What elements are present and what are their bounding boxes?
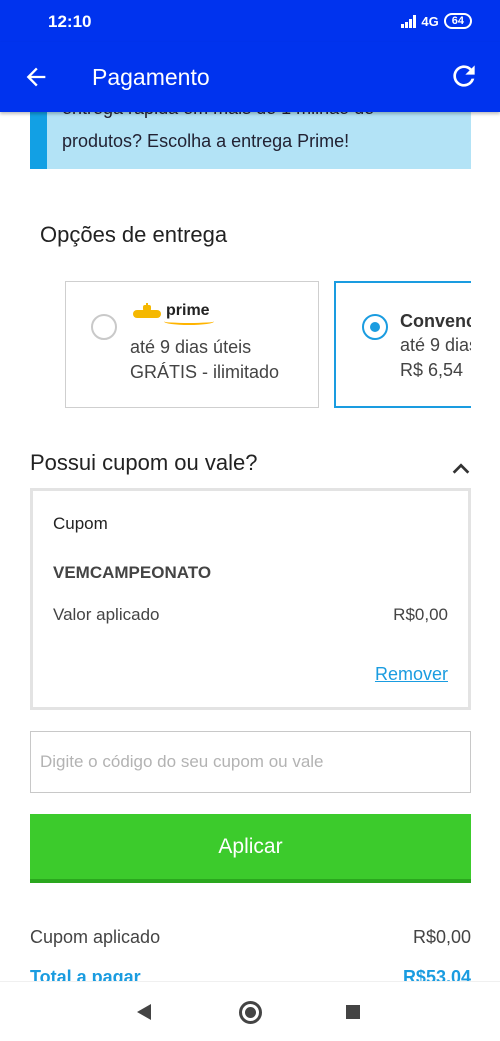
prime-submarine-icon [133, 303, 161, 318]
back-button[interactable] [22, 63, 50, 91]
convencional-delivery-time: até 9 dias úteis [400, 335, 471, 355]
remove-coupon-link[interactable]: Remover [375, 664, 448, 685]
applied-coupon-card: Cupom VEMCAMPEONATO Valor aplicado R$0,0… [30, 488, 471, 710]
prime-price: GRÁTIS - ilimitado [130, 362, 280, 382]
arrow-back-icon [26, 67, 46, 87]
system-nav-bar [0, 981, 500, 1041]
page-title: Pagamento [92, 64, 210, 90]
delivery-options-title: Opções de entrega [40, 222, 228, 247]
prime-logo: prime [132, 302, 214, 325]
convencional-price: R$ 6,54 [400, 360, 464, 380]
chevron-up-icon [452, 463, 470, 474]
coupon-code-input[interactable] [30, 731, 471, 793]
radio-prime[interactable] [91, 314, 117, 340]
applied-value-label: Valor aplicado [53, 605, 160, 624]
nav-back-icon[interactable] [137, 1004, 151, 1020]
convencional-title: Convencional [400, 311, 471, 331]
refresh-button[interactable] [448, 60, 480, 92]
nav-home-icon[interactable] [239, 1001, 262, 1024]
summary-coupon-value: R$0,00 [412, 927, 471, 947]
status-indicators: 4G 64 [401, 13, 472, 29]
network-type: 4G [421, 13, 439, 29]
status-bar: 12:10 4G 64 [0, 0, 500, 42]
apply-coupon-button[interactable]: Aplicar [30, 814, 471, 883]
app-bar: Pagamento [0, 42, 500, 112]
battery-icon: 64 [443, 13, 472, 29]
coupon-label: Cupom [53, 514, 108, 533]
delivery-option-convencional[interactable]: Convencional até 9 dias úteis R$ 6,54 [334, 281, 471, 408]
refresh-icon [453, 65, 475, 87]
status-time: 12:10 [48, 12, 92, 31]
nav-recent-apps-icon[interactable] [346, 1005, 360, 1019]
summary-coupon-label: Cupom aplicado [30, 927, 161, 947]
radio-convencional[interactable] [362, 314, 388, 340]
applied-value: R$0,00 [393, 605, 448, 624]
signal-icon [401, 14, 417, 28]
prime-logo-text: prime [164, 302, 214, 325]
collapse-coupon-button[interactable] [450, 458, 472, 480]
coupon-section-title: Possui cupom ou vale? [30, 450, 258, 475]
prime-delivery-time: até 9 dias úteis [130, 337, 252, 357]
coupon-code: VEMCAMPEONATO [53, 563, 212, 582]
delivery-option-prime[interactable]: prime até 9 dias úteis GRÁTIS - ilimitad… [65, 281, 319, 408]
banner-text-line2: produtos? Escolha a entrega Prime! [62, 131, 350, 151]
